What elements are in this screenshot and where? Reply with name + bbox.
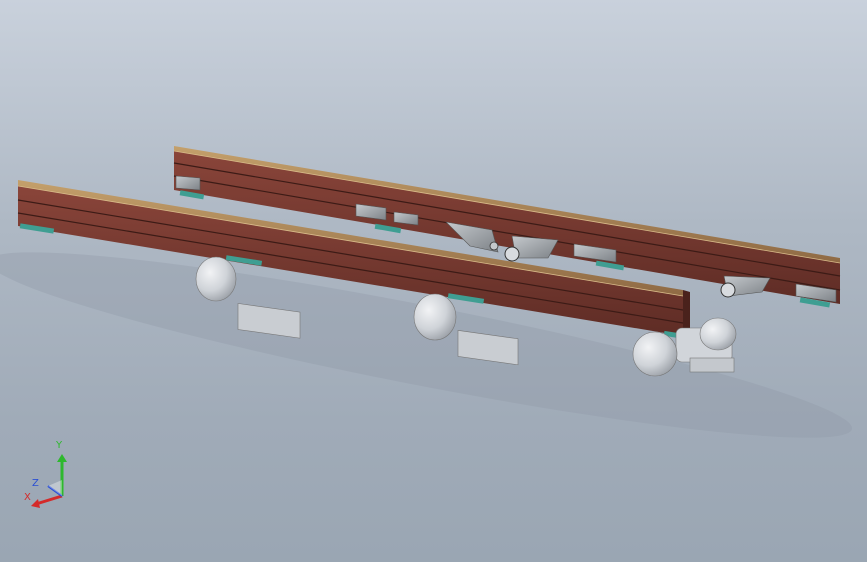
- 3d-model-view[interactable]: [0, 0, 867, 562]
- graphics-viewport[interactable]: Y Z X: [0, 0, 867, 562]
- roller-wheel[interactable]: [504, 246, 520, 262]
- roller-wheel[interactable]: [720, 282, 736, 298]
- x-axis-arrow: [35, 494, 63, 506]
- mounting-bracket[interactable]: [175, 175, 201, 191]
- y-axis-label: Y: [56, 440, 63, 451]
- motor-base: [689, 357, 735, 373]
- gearbox-cap: [699, 317, 737, 351]
- y-axis-head: [57, 454, 67, 462]
- motor-body: [632, 331, 678, 377]
- motor-body: [195, 256, 237, 302]
- x-axis-label: X: [24, 492, 31, 503]
- coordinate-triad[interactable]: Y Z X: [18, 440, 78, 510]
- roller-wheel[interactable]: [489, 241, 499, 251]
- x-axis-head: [31, 499, 40, 508]
- motor-body: [413, 293, 457, 341]
- z-axis-label: Z: [32, 478, 39, 489]
